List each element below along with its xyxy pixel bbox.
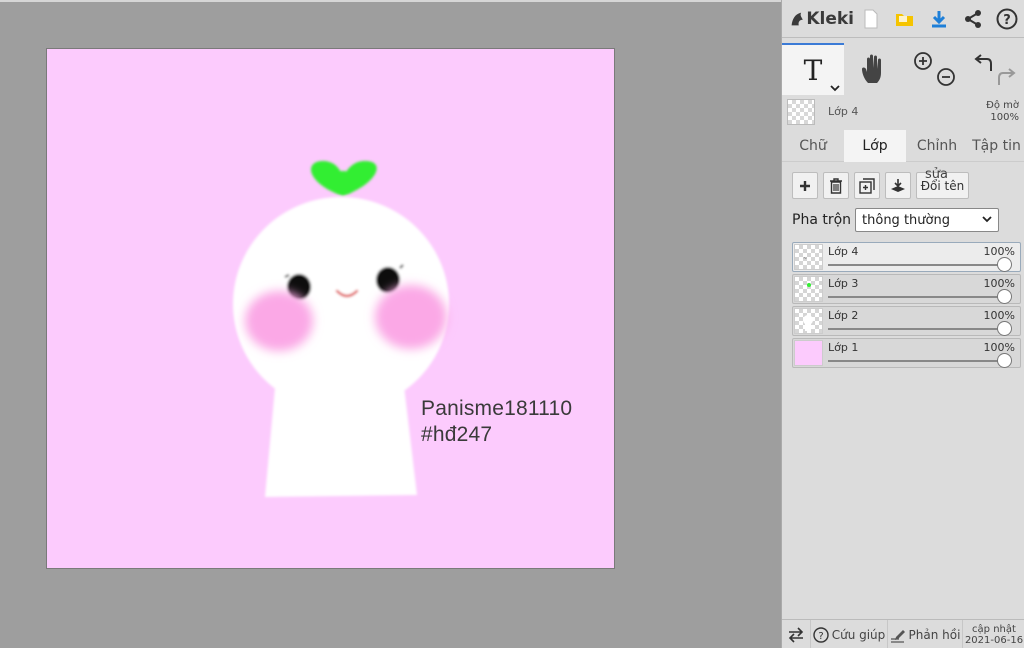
layer-name: Lớp 2 [828,309,859,322]
help-button[interactable]: ? [990,0,1024,38]
tab-adjust[interactable]: Chỉnh [906,130,968,162]
opacity-readout: Độ mờ 100% [986,100,1019,124]
svg-text:?: ? [818,631,823,642]
merge-down-icon [891,178,905,192]
layer-opacity: 100% [983,309,1015,322]
layer-thumbnail [794,308,823,334]
update-date: 2021-06-16 [964,634,1024,646]
update-label: cập nhật [972,623,1016,635]
layer-preview-row: Lớp 4 Độ mờ 100% [782,96,1024,128]
download-button[interactable] [922,0,956,38]
edit-overlay-label: sửa [925,167,948,182]
slider-knob[interactable] [997,353,1012,368]
history-controls [966,43,1024,95]
duplicate-icon [859,177,875,194]
share-icon [965,9,981,28]
layer-opacity-slider[interactable] [828,321,1012,336]
new-file-button[interactable] [854,0,888,38]
undo-icon[interactable] [974,54,992,71]
slider-knob[interactable] [997,257,1012,272]
app-logo[interactable]: Kleki [790,9,854,29]
svg-text:?: ? [1003,13,1011,28]
folder-icon [896,13,913,26]
layer-preview-thumbnail [787,99,815,125]
opacity-label: Độ mờ [986,100,1019,111]
layer-thumbnail [794,276,823,302]
hand-tool-button[interactable] [844,43,904,95]
top-toolbar: Kleki ? [782,0,1024,38]
add-layer-button[interactable] [792,172,818,199]
layer-item[interactable]: Lớp 3 100% [792,274,1021,304]
canvas-drawing [233,161,449,497]
layer-opacity: 100% [983,341,1015,354]
layer-item[interactable]: ~ Lớp 4 100% [792,242,1021,272]
layer-preview-name: Lớp 4 [828,105,859,118]
swap-side-button[interactable] [782,620,811,648]
help-link-label: Cứu giúp [831,627,886,642]
blend-mode-label: Pha trộn [792,212,852,228]
sidebar: Kleki ? T Lớp 4 Độ mờ 100% Chữ Lớp Chỉnh… [781,0,1024,648]
feedback-label: Phản hồi [908,627,961,642]
history-icons [974,54,1016,85]
delete-layer-button[interactable] [823,172,849,199]
help-icon: ? [813,626,829,643]
chevron-down-icon[interactable] [830,84,840,92]
layer-thumbnail [794,340,823,366]
layer-thumbnail: ~ [794,244,823,270]
text-tool-button[interactable]: T [782,43,844,95]
blend-mode-value: thông thường [862,212,950,228]
kleki-logo-icon [791,12,803,25]
blend-mode-select[interactable]: thông thường [855,208,1000,232]
download-icon [932,10,946,27]
text-tool-icon: T [803,53,823,87]
tab-file[interactable]: Tập tin [968,130,1024,162]
blend-mode-row: Pha trộn thông thường [792,208,1000,232]
zoom-in-icon[interactable] [914,52,932,70]
drawing-canvas[interactable]: Panisme181110 #hđ247 [46,48,615,569]
layer-item[interactable]: Lớp 1 100% [792,338,1021,368]
layer-list: ~ Lớp 4 100% Lớp 3 100% Lớp 2 100% Lớp 1 [792,242,1021,370]
layer-name: Lớp 3 [828,277,859,290]
redo-icon[interactable] [998,68,1016,85]
layer-opacity: 100% [983,277,1015,290]
slider-knob[interactable] [997,289,1012,304]
layer-opacity-slider[interactable] [828,257,1012,272]
tab-layers[interactable]: Lớp [844,130,906,162]
svg-text:~: ~ [803,256,807,262]
tab-text[interactable]: Chữ [782,130,844,162]
share-button[interactable] [956,0,990,38]
trash-icon [830,177,842,194]
layer-item[interactable]: Lớp 2 100% [792,306,1021,336]
pencil-icon [890,629,905,643]
layer-name: Lớp 1 [828,341,859,354]
zoom-out-icon[interactable] [937,68,955,86]
canvas-text-line-1: Panisme181110 [421,397,573,420]
plus-icon [800,180,810,191]
layer-opacity: 100% [983,245,1015,258]
feedback-button[interactable]: Phản hồi [888,620,963,648]
duplicate-layer-button[interactable] [854,172,880,199]
update-info[interactable]: cập nhật 2021-06-16 [963,620,1024,648]
hand-icon [862,54,881,83]
layer-opacity-slider[interactable] [828,289,1012,304]
canvas-text-line-2: #hđ247 [421,423,493,446]
zoom-controls [904,43,966,95]
app-logo-text: Kleki [806,8,854,29]
new-file-icon [864,9,878,28]
slider-knob[interactable] [997,321,1012,336]
chevron-down-icon [982,216,992,223]
layer-opacity-slider[interactable] [828,353,1012,368]
bottom-bar: ? Cứu giúp Phản hồi cập nhật 2021-06-16 [782,619,1024,648]
open-file-button[interactable] [888,0,922,38]
merge-layer-button[interactable] [885,172,911,199]
help-link-button[interactable]: ? Cứu giúp [811,620,888,648]
layer-name: Lớp 4 [828,245,859,258]
tool-row: T [782,43,1024,95]
panel-tabs: Chữ Lớp Chỉnh Tập tin [782,130,1024,162]
canvas-area[interactable]: Panisme181110 #hđ247 [0,0,781,648]
help-icon: ? [996,8,1018,29]
opacity-value: 100% [990,112,1019,123]
zoom-icons [914,52,955,86]
swap-arrows-icon [788,626,804,643]
